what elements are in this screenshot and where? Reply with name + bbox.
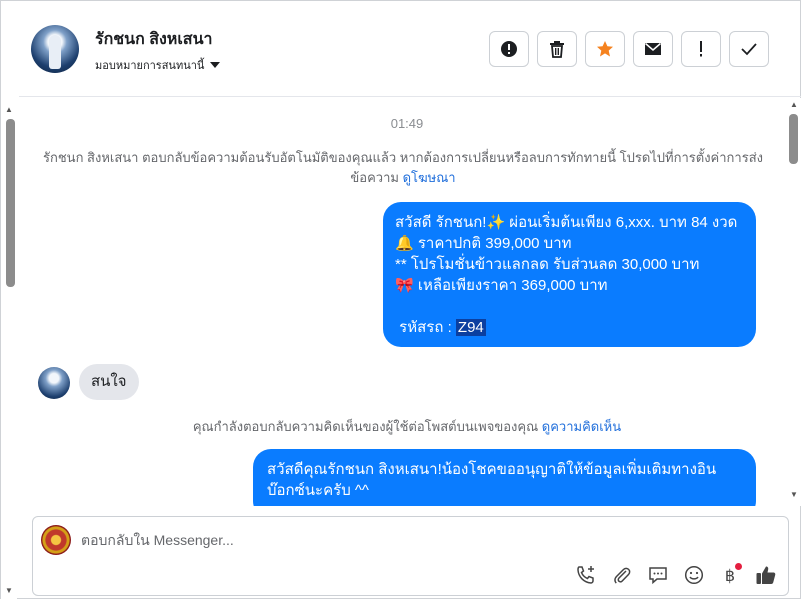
mark-unread-button[interactable] bbox=[633, 31, 673, 67]
message-timestamp: 01:49 bbox=[390, 116, 424, 131]
page-avatar bbox=[41, 525, 71, 555]
thumbs-up-icon bbox=[756, 566, 776, 584]
baht-icon: ฿ bbox=[724, 565, 736, 585]
star-icon bbox=[597, 41, 613, 57]
chat-bubble-icon bbox=[649, 567, 667, 585]
view-comment-link[interactable]: ดูความคิดเห็น bbox=[542, 419, 621, 434]
smiley-icon bbox=[684, 565, 704, 585]
comment-reply-notice: คุณกำลังตอบกลับความคิดเห็นของผู้ใช้ต่อโพ… bbox=[19, 416, 787, 437]
check-icon bbox=[741, 43, 757, 56]
view-ad-link[interactable]: ดูโฆษณา bbox=[403, 170, 456, 185]
call-button[interactable] bbox=[574, 563, 598, 587]
scroll-down-arrow-icon[interactable]: ▼ bbox=[5, 586, 13, 595]
message-thread[interactable]: 01:49 รักชนก สิงหเสนา ตอบกลับข้อความต้อน… bbox=[19, 98, 787, 506]
car-code-label: รหัสรถ : bbox=[395, 319, 456, 336]
message-line: ** โปรโมชั่นข้าวแลกลด รับส่วนลด 30,000 บ… bbox=[395, 256, 700, 273]
assign-conversation-dropdown[interactable]: มอบหมายการสนทนานี้ bbox=[95, 56, 221, 74]
reply-input[interactable] bbox=[81, 529, 681, 551]
payment-button[interactable]: ฿ bbox=[718, 563, 742, 587]
alert-circle-icon bbox=[501, 41, 517, 57]
star-button[interactable] bbox=[585, 31, 625, 67]
outgoing-message-bubble[interactable]: สวัสดีคุณรักชนก สิงหเสนา!น้องโชคขออนุญาต… bbox=[253, 449, 756, 506]
header-actions bbox=[489, 31, 769, 67]
message-line: รหัสรถ : Z94 bbox=[395, 317, 744, 338]
notification-dot bbox=[735, 563, 742, 570]
contact-avatar[interactable] bbox=[31, 25, 79, 73]
car-code-highlight: Z94 bbox=[455, 319, 486, 336]
trash-icon bbox=[550, 41, 564, 58]
like-button[interactable] bbox=[754, 563, 778, 587]
scroll-down-arrow-icon[interactable]: ▼ bbox=[790, 490, 798, 499]
exclamation-icon bbox=[700, 41, 702, 57]
scroll-up-arrow-icon[interactable]: ▲ bbox=[790, 100, 798, 109]
thread-scrollbar[interactable]: ▲ ▼ bbox=[787, 98, 801, 506]
auto-reply-notice: รักชนก สิงหเสนา ตอบกลับข้อความต้อนรับอัต… bbox=[29, 148, 777, 188]
thread-scrollbar-thumb[interactable] bbox=[789, 114, 798, 164]
reply-composer: ฿ bbox=[32, 516, 789, 596]
message-line: สวัสดี รักชนก!✨ ผ่อนเริ่มต้นเพียง 6,xxx.… bbox=[395, 214, 738, 231]
saved-replies-button[interactable] bbox=[646, 563, 670, 587]
delete-button[interactable] bbox=[537, 31, 577, 67]
emoji-button[interactable] bbox=[682, 563, 706, 587]
message-line: 🔔 ราคาปกติ 399,000 บาท bbox=[395, 235, 572, 252]
follow-up-button[interactable] bbox=[681, 31, 721, 67]
paperclip-icon bbox=[614, 567, 631, 584]
attach-button[interactable] bbox=[610, 563, 634, 587]
caret-down-icon bbox=[210, 62, 221, 68]
phone-add-icon bbox=[577, 566, 594, 584]
contact-name[interactable]: รักชนก สิงหเสนา bbox=[95, 27, 213, 52]
outgoing-message-bubble[interactable]: สวัสดี รักชนก!✨ ผ่อนเริ่มต้นเพียง 6,xxx.… bbox=[383, 202, 756, 347]
message-line: 🎀 เหลือเพียงราคา 369,000 บาท bbox=[395, 277, 608, 294]
envelope-icon bbox=[645, 42, 661, 55]
composer-toolbar: ฿ bbox=[574, 563, 778, 587]
incoming-message-bubble[interactable]: สนใจ bbox=[79, 364, 139, 400]
inbox-conversation-panel: ▲ ▼ รักชนก สิงหเสนา มอบหมายการสนทนานี้ 0… bbox=[0, 0, 801, 599]
mark-spam-button[interactable] bbox=[489, 31, 529, 67]
scroll-up-arrow-icon[interactable]: ▲ bbox=[5, 105, 13, 114]
left-scrollbar[interactable]: ▲ ▼ bbox=[1, 1, 17, 599]
assign-label: มอบหมายการสนทนานี้ bbox=[95, 60, 205, 72]
contact-avatar-small[interactable] bbox=[38, 367, 70, 399]
mark-done-button[interactable] bbox=[729, 31, 769, 67]
comment-notice-text: คุณกำลังตอบกลับความคิดเห็นของผู้ใช้ต่อโพ… bbox=[192, 419, 539, 434]
avatar-figure bbox=[49, 35, 61, 69]
conversation-header: รักชนก สิงหเสนา มอบหมายการสนทนานี้ bbox=[19, 1, 801, 97]
left-scrollbar-thumb[interactable] bbox=[6, 119, 15, 287]
